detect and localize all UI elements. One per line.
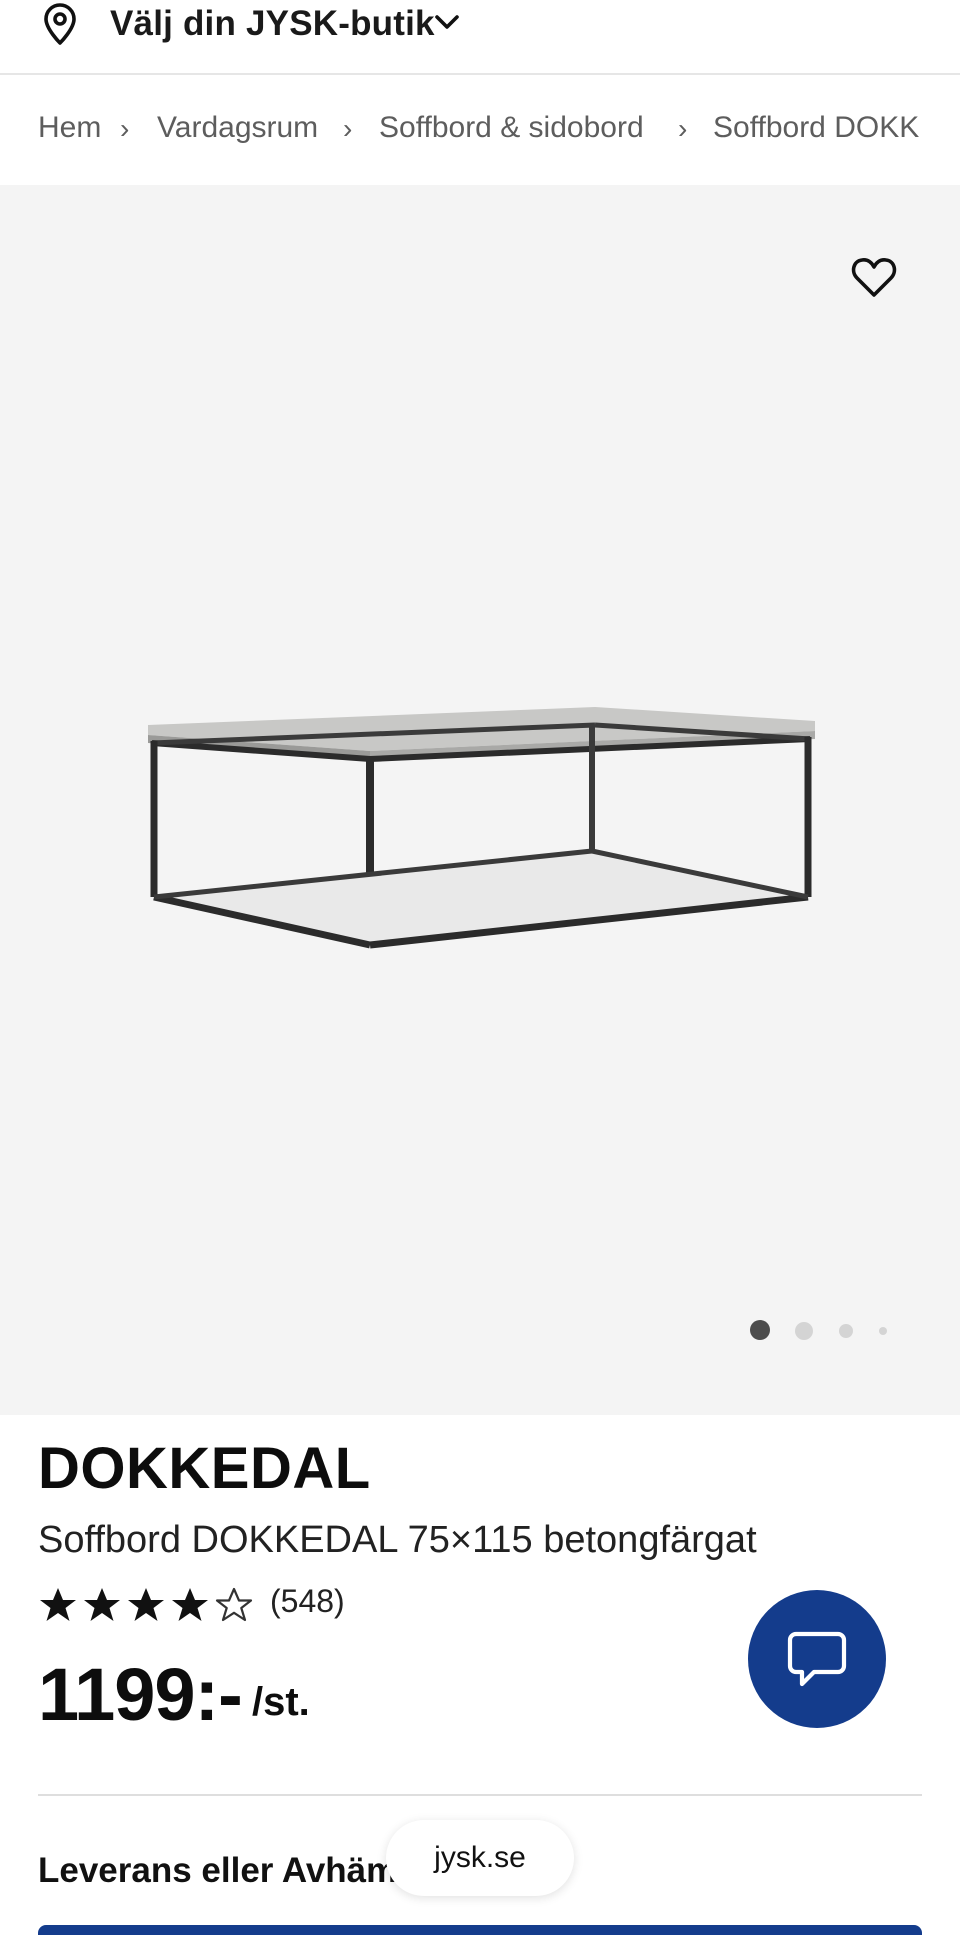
breadcrumb-item-current[interactable]: Soffbord DOKK <box>713 111 919 145</box>
chat-bubble-icon <box>787 1631 847 1687</box>
breadcrumb-separator-icon: › <box>120 113 130 144</box>
primary-action-bar[interactable] <box>38 1925 922 1935</box>
breadcrumb-item-vardagsrum[interactable]: Vardagsrum <box>157 111 318 145</box>
breadcrumb-separator-icon: › <box>343 113 353 144</box>
gallery-dot-3[interactable] <box>839 1324 853 1338</box>
product-title: Soffbord DOKKEDAL 75×115 betongfärgat <box>38 1519 757 1561</box>
chat-button[interactable] <box>748 1590 886 1728</box>
star-filled-icon <box>128 1588 164 1621</box>
rating-stars[interactable] <box>38 1585 254 1625</box>
store-selector-bar[interactable]: Välj din JYSK-butik <box>0 0 960 75</box>
gallery-dot-2[interactable] <box>795 1322 813 1340</box>
breadcrumb-separator-icon: › <box>678 113 688 144</box>
product-image-gallery[interactable] <box>0 185 960 1415</box>
store-selector-label[interactable]: Välj din JYSK-butik <box>110 4 435 44</box>
location-pin-icon <box>44 3 76 45</box>
price-unit: /st. <box>252 1680 310 1724</box>
review-count[interactable]: (548) <box>270 1583 345 1620</box>
product-brand: DOKKEDAL <box>38 1436 371 1501</box>
section-divider <box>38 1794 922 1796</box>
star-filled-icon <box>172 1588 208 1621</box>
star-filled-icon <box>40 1588 76 1621</box>
breadcrumb-item-soffbord-sidobord[interactable]: Soffbord & sidobord <box>379 111 644 145</box>
star-filled-icon <box>84 1588 120 1621</box>
product-image <box>148 707 815 949</box>
product-price: 1199:- <box>38 1653 243 1736</box>
star-outline-icon <box>215 1587 253 1622</box>
browser-url: jysk.se <box>434 1841 526 1874</box>
heart-outline-icon[interactable] <box>850 255 898 299</box>
breadcrumb-item-hem[interactable]: Hem <box>38 111 101 145</box>
gallery-dot-1[interactable] <box>750 1320 770 1340</box>
breadcrumb: Hem › Vardagsrum › Soffbord & sidobord ›… <box>0 75 960 185</box>
gallery-dot-4[interactable] <box>879 1327 887 1335</box>
chevron-down-icon[interactable] <box>433 12 461 34</box>
browser-url-pill[interactable]: jysk.se <box>386 1820 574 1896</box>
